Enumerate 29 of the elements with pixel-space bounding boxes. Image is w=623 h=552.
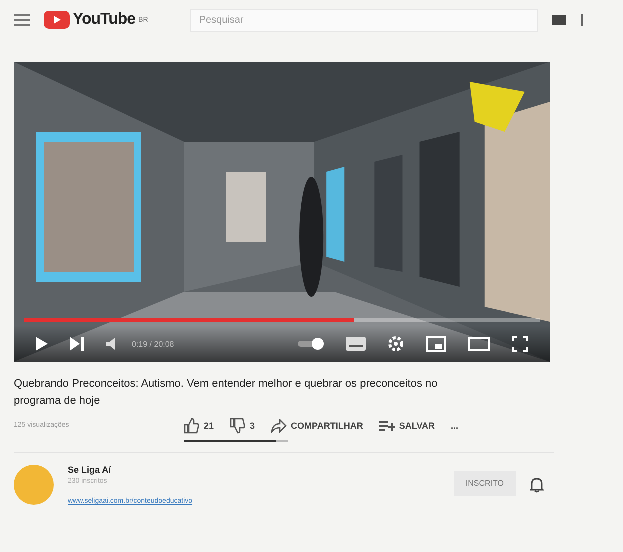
thumbs-up-icon (184, 418, 200, 434)
logo-text[interactable]: YouTube (73, 11, 136, 29)
subscribe-button[interactable]: INSCRITO (454, 471, 516, 496)
playlist-add-icon (379, 420, 396, 432)
autoplay-toggle-icon[interactable] (298, 338, 324, 350)
fullscreen-icon[interactable] (512, 336, 528, 352)
dislike-button[interactable]: 3 (230, 418, 256, 434)
volume-icon[interactable] (106, 338, 118, 350)
share-button[interactable]: COMPARTILHAR (271, 419, 364, 433)
apps-icon[interactable] (552, 15, 566, 25)
play-icon[interactable] (36, 337, 48, 351)
play-logo-icon (44, 11, 70, 29)
miniplayer-icon[interactable] (426, 336, 446, 352)
settings-icon[interactable] (388, 336, 404, 352)
region-label: BR (138, 17, 148, 24)
time-display: 0:19 / 20:08 (132, 340, 174, 348)
search-field[interactable]: Pesquisar (190, 8, 538, 32)
subtitles-icon[interactable] (346, 337, 366, 351)
save-button[interactable]: SALVAR (379, 420, 436, 432)
theater-icon[interactable] (468, 337, 490, 351)
video-title: Quebrando Preconceitos: Autismo. Vem entender melhor e quebrar os preconceitos no programa de hoje (14, 377, 439, 409)
share-arrow-icon (271, 419, 288, 433)
menu-icon[interactable] (14, 14, 30, 26)
like-button[interactable]: 21 (184, 418, 214, 434)
thumbs-down-icon (230, 418, 246, 434)
more-button[interactable]: ... (451, 421, 459, 431)
next-icon[interactable] (70, 337, 84, 351)
bell-icon[interactable] (530, 477, 544, 493)
channel-name[interactable]: Se Liga Aí (68, 465, 193, 475)
